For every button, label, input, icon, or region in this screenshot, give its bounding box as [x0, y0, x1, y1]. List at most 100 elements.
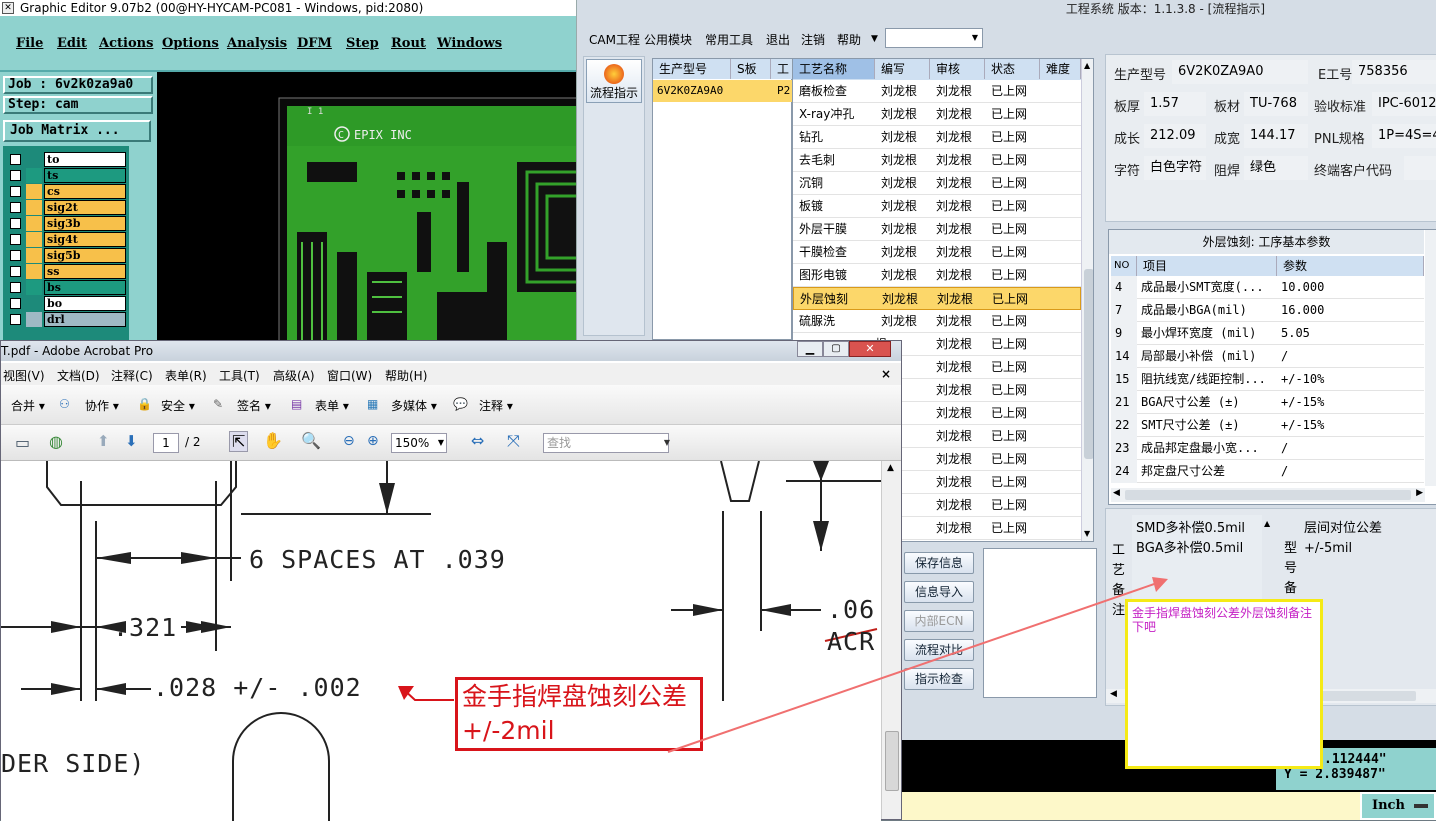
scroll-up-icon[interactable]: ▲ [1084, 61, 1090, 70]
table-row[interactable]: 去毛刺 刘龙根 刘龙根 已上网 [793, 149, 1081, 172]
table-row[interactable]: 干膜检查 刘龙根 刘龙根 已上网 [793, 241, 1081, 264]
menu-tools[interactable]: 工具(T) [219, 367, 260, 384]
menu-document[interactable]: 文档(D) [57, 367, 100, 384]
internal-ecn-button[interactable]: 内部ECN [904, 610, 974, 632]
table-row[interactable]: 磨板检查 刘龙根 刘龙根 已上网 [793, 80, 1081, 103]
pdf-vscroll[interactable]: ▲ [881, 461, 901, 819]
menu-rout[interactable]: Rout [391, 36, 426, 51]
next-page-icon[interactable]: ⬇ [125, 432, 138, 450]
globe-icon[interactable]: ◍ [49, 432, 63, 451]
sticky-note[interactable]: 金手指焊盘蚀刻公差外层蚀刻备注下吧 [1125, 599, 1323, 769]
flow-indicator-button[interactable]: 流程指示 [586, 59, 642, 103]
zoom-in-icon[interactable]: ⊕ [367, 433, 379, 449]
table-row[interactable]: X-ray冲孔 刘龙根 刘龙根 已上网 [793, 103, 1081, 126]
layer-checkbox[interactable] [10, 234, 21, 245]
menu-forms[interactable]: 表单(R) [165, 367, 207, 384]
ecn-textbox[interactable] [983, 548, 1097, 698]
units-button[interactable]: Inch [1360, 792, 1436, 820]
layer-checkbox[interactable] [10, 170, 21, 181]
scroll-thumb[interactable] [1084, 269, 1093, 459]
table-row[interactable]: 外层干膜 刘龙根 刘龙根 已上网 [793, 218, 1081, 241]
layer-checkbox[interactable] [10, 250, 21, 261]
zoom-select[interactable]: 150% ▼ [391, 433, 447, 453]
param-row[interactable]: 23 成品邦定盘最小宽... / [1111, 437, 1424, 460]
layer-name[interactable]: to [44, 152, 126, 167]
combine-button[interactable]: 合并 ▾ [11, 397, 45, 414]
table-row[interactable]: 6V2K0ZA9A0 P2 [653, 80, 793, 102]
job-matrix-button[interactable]: Job Matrix ... [3, 120, 151, 142]
fit-page-icon[interactable]: ⤧ [507, 431, 520, 451]
table-row[interactable]: 钻孔 刘龙根 刘龙根 已上网 [793, 126, 1081, 149]
collaborate-button[interactable]: 协作 ▾ [85, 397, 119, 414]
close-doc-icon[interactable]: × [881, 367, 891, 381]
scroll-up-icon[interactable]: ▲ [1264, 519, 1270, 528]
fit-width-icon[interactable]: ⇔ [471, 431, 484, 450]
menu-edit[interactable]: Edit [57, 36, 87, 51]
layer-checkbox[interactable] [10, 282, 21, 293]
layer-row[interactable]: bs [6, 280, 126, 295]
layer-name[interactable]: bs [44, 280, 126, 295]
menu-dfm[interactable]: DFM [297, 36, 332, 51]
zoom-tool-icon[interactable]: 🔍 [301, 431, 321, 450]
scroll-down-icon[interactable]: ▼ [1084, 529, 1090, 538]
layer-name[interactable]: sig4t [44, 232, 126, 247]
layer-row[interactable]: to [6, 152, 126, 167]
menu-cam[interactable]: CAM工程 [589, 31, 640, 48]
param-row[interactable]: 9 最小焊环宽度 (mil) 5.05 [1111, 322, 1424, 345]
model-remark-text[interactable]: 层间对位公差+/-5mil [1302, 517, 1428, 561]
menu-advanced[interactable]: 高级(A) [273, 367, 315, 384]
scroll-up-icon[interactable]: ▲ [887, 463, 894, 473]
select-tool-icon[interactable]: ⇱ [229, 431, 249, 452]
params-vscroll[interactable] [1425, 230, 1436, 486]
layer-row[interactable]: sig2t [6, 200, 126, 215]
menu-help[interactable]: 帮助 [837, 31, 861, 48]
layer-checkbox[interactable] [10, 202, 21, 213]
flow-compare-button[interactable]: 流程对比 [904, 639, 974, 661]
hscroll-thumb[interactable] [1125, 490, 1411, 500]
param-row[interactable]: 24 邦定盘尺寸公差 / [1111, 460, 1424, 483]
table-row[interactable]: 板镀 刘龙根 刘龙根 已上网 [793, 195, 1081, 218]
email-icon[interactable]: ▭ [15, 433, 30, 452]
layer-row[interactable]: ss [6, 264, 126, 279]
save-info-button[interactable]: 保存信息 [904, 552, 974, 574]
table-row[interactable]: 硫脲洗 刘龙根 刘龙根 已上网 [793, 310, 1081, 333]
maximize-icon[interactable]: ▢ [823, 341, 849, 357]
param-row[interactable]: 22 SMT尺寸公差 (±) +/-15% [1111, 414, 1424, 437]
param-row[interactable]: 21 BGA尺寸公差 (±) +/-15% [1111, 391, 1424, 414]
menu-exit[interactable]: 退出 [766, 31, 790, 48]
param-row[interactable]: 14 局部最小补偿 (mil) / [1111, 345, 1424, 368]
menu-comment[interactable]: 注释(C) [111, 367, 153, 384]
search-input[interactable]: 查找 ▼ [543, 433, 670, 453]
scroll-left-icon[interactable]: ◀ [1113, 488, 1120, 498]
security-button[interactable]: 安全 ▾ [161, 397, 195, 414]
pdf-scroll-thumb[interactable] [885, 731, 899, 791]
import-info-button[interactable]: 信息导入 [904, 581, 974, 603]
layer-checkbox[interactable] [10, 314, 21, 325]
layer-name[interactable]: sig3b [44, 216, 126, 231]
layer-row[interactable]: sig3b [6, 216, 126, 231]
layer-name[interactable]: sig2t [44, 200, 126, 215]
pdf-document-view[interactable]: 6 SPACES AT .039 .321 .028 +/- .002 .06 … [1, 461, 881, 821]
comment-button[interactable]: 注释 ▾ [479, 397, 513, 414]
scroll-right-icon[interactable]: ▶ [1416, 488, 1423, 498]
layer-name[interactable]: sig5b [44, 248, 126, 263]
layer-row[interactable]: sig5b [6, 248, 126, 263]
table-row[interactable]: 外层蚀刻 刘龙根 刘龙根 已上网 [793, 287, 1081, 310]
board-canvas[interactable]: C EPIX INC I 1 [157, 72, 580, 345]
layer-row[interactable]: sig4t [6, 232, 126, 247]
layer-name[interactable]: ts [44, 168, 126, 183]
layer-name[interactable]: cs [44, 184, 126, 199]
layer-checkbox[interactable] [10, 154, 21, 165]
annotation-box[interactable]: 金手指焊盘蚀刻公差+/-2mil [455, 677, 703, 751]
menu-logout[interactable]: 注销 [801, 31, 825, 48]
scroll-left-icon[interactable]: ◀ [1110, 689, 1117, 699]
menu-options[interactable]: Options [162, 36, 219, 51]
layer-row[interactable]: drl [6, 312, 126, 327]
hand-tool-icon[interactable]: ✋ [263, 431, 283, 450]
close-icon[interactable]: ✕ [849, 341, 891, 357]
param-row[interactable]: 7 成品最小BGA(mil) 16.000 [1111, 299, 1424, 322]
layer-name[interactable]: drl [44, 312, 126, 327]
layer-row[interactable]: cs [6, 184, 126, 199]
forms-button[interactable]: 表单 ▾ [315, 397, 349, 414]
menu-view[interactable]: 视图(V) [3, 367, 45, 384]
